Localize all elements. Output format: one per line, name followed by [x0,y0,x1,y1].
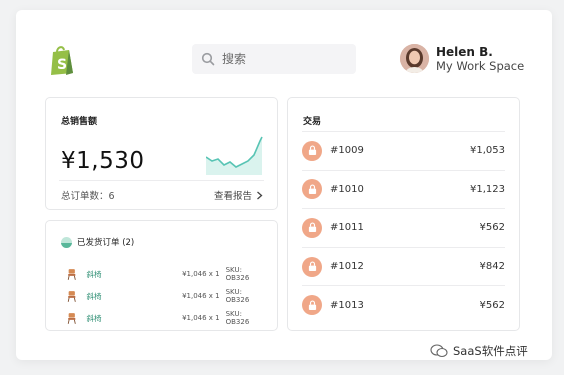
avatar[interactable] [400,44,429,73]
orders-count: 6 [108,191,115,202]
order-row[interactable]: 斜椅 ¥1,046 x 1 SKU: OB326 [66,307,263,329]
product-price: ¥1,046 x 1 [182,292,220,300]
user-name: Helen B. [436,44,493,59]
transaction-id[interactable]: #1011 [330,222,480,233]
view-report-link[interactable]: 查看报告 [214,188,263,202]
card-title: 交易 [303,117,322,127]
lock-icon [302,256,322,277]
sales-amount: ¥1,530 [61,148,145,174]
svg-text:S: S [57,57,67,73]
transaction-amount: ¥1,123 [470,183,505,195]
user-profile[interactable]: Helen B. My Work Space [400,44,524,73]
search-icon [201,52,215,66]
chair-icon [67,312,76,324]
transaction-row[interactable]: #1012 ¥842 [302,246,505,286]
transaction-list: #1009 ¥1,053 #1010 ¥1,123 #1011 ¥562 #10… [302,131,505,324]
search-bar[interactable] [192,44,356,74]
card-title: 总销售额 [61,117,98,127]
total-orders: 总订单数：6 [61,188,115,202]
order-row[interactable]: 斜椅 ¥1,046 x 1 SKU: OB326 [66,285,263,307]
transaction-amount: ¥1,053 [470,145,505,157]
chevron-right-icon [257,191,263,199]
transaction-row[interactable]: #1009 ¥1,053 [302,131,505,170]
status-dot-icon [61,236,72,248]
workspace-name: My Work Space [436,58,525,73]
product-price: ¥1,046 x 1 [182,270,220,278]
product-price: ¥1,046 x 1 [182,314,220,322]
product-name[interactable]: 斜椅 [87,269,149,280]
transaction-row[interactable]: #1013 ¥562 [302,285,505,324]
shipped-orders-header: 已发货订单 (2) [61,236,134,248]
transaction-amount: ¥562 [479,222,505,234]
transaction-row[interactable]: #1011 ¥562 [302,208,505,247]
chair-icon [67,290,76,302]
divider [59,180,264,181]
product-sku: SKU: OB326 [225,288,250,304]
product-sku: SKU: OB326 [225,266,250,282]
transaction-id[interactable]: #1009 [330,145,470,156]
transaction-id[interactable]: #1013 [330,300,480,311]
search-input[interactable] [222,52,342,66]
watermark: SaaS软件点评 [430,343,528,359]
product-sku: SKU: OB326 [225,310,250,326]
shopify-bag-icon[interactable]: S [47,44,77,76]
orders-label: 总订单数： [61,191,109,202]
watermark-text: SaaS软件点评 [453,344,528,358]
transaction-row[interactable]: #1010 ¥1,123 [302,169,505,209]
transaction-id[interactable]: #1012 [330,261,480,272]
product-name[interactable]: 斜椅 [87,313,149,324]
transactions-card: 交易 #1009 ¥1,053 #1010 ¥1,123 #1011 ¥562 [287,97,520,331]
lock-icon [302,140,322,161]
card-title: 已发货订单 (2) [77,238,135,248]
lock-icon [302,295,322,316]
total-sales-card: 总销售额 ¥1,530 总订单数：6 查看报告 [45,97,278,210]
transaction-amount: ¥842 [479,261,505,273]
order-row[interactable]: 斜椅 ¥1,046 x 1 SKU: OB326 [66,263,263,285]
product-name[interactable]: 斜椅 [87,291,149,302]
lock-icon [302,179,322,200]
shipped-orders-card: 已发货订单 (2) 斜椅 ¥1,046 x 1 SKU: OB326 斜椅 ¥1… [45,220,278,331]
transaction-amount: ¥562 [479,299,505,311]
wechat-icon [430,344,448,358]
chair-icon [67,268,76,280]
view-report-label: 查看报告 [213,191,252,202]
transaction-id[interactable]: #1010 [330,184,470,195]
sales-sparkline [206,136,263,175]
lock-icon [302,217,322,238]
